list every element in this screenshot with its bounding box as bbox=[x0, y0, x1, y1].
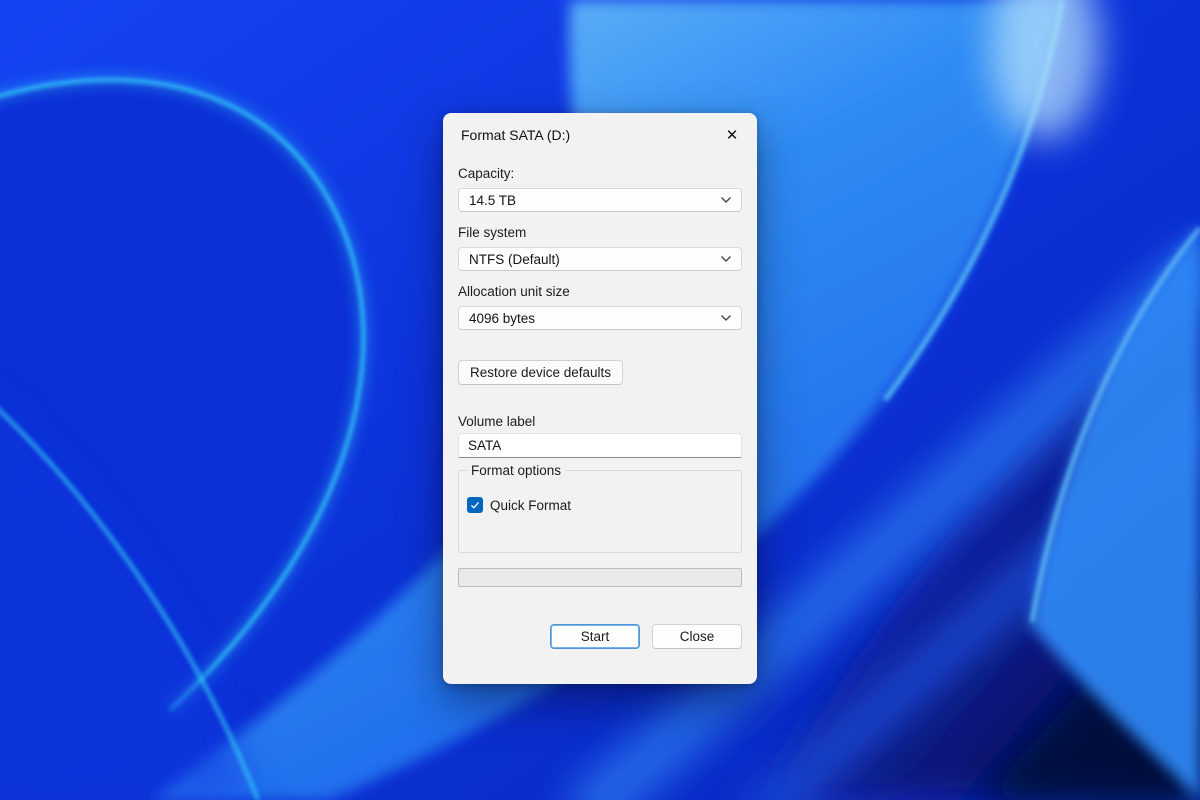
quick-format-label[interactable]: Quick Format bbox=[490, 498, 571, 513]
capacity-label: Capacity: bbox=[458, 166, 742, 181]
chevron-down-icon bbox=[720, 196, 732, 204]
allocation-unit-dropdown[interactable]: 4096 bytes bbox=[458, 306, 742, 330]
close-button[interactable]: Close bbox=[652, 624, 742, 649]
capacity-value: 14.5 TB bbox=[469, 193, 516, 208]
desktop: Format SATA (D:) ✕ Capacity: 14.5 TB Fil… bbox=[0, 0, 1200, 800]
dialog-content: Capacity: 14.5 TB File system NTFS (Defa… bbox=[443, 166, 757, 649]
volume-label-input[interactable] bbox=[458, 433, 742, 458]
chevron-down-icon bbox=[720, 314, 732, 322]
file-system-label: File system bbox=[458, 225, 742, 240]
format-options-group: Format options Quick Format bbox=[458, 470, 742, 553]
chevron-down-icon bbox=[720, 255, 732, 263]
file-system-dropdown[interactable]: NTFS (Default) bbox=[458, 247, 742, 271]
format-dialog: Format SATA (D:) ✕ Capacity: 14.5 TB Fil… bbox=[443, 113, 757, 684]
allocation-unit-value: 4096 bytes bbox=[469, 311, 535, 326]
restore-device-defaults-button[interactable]: Restore device defaults bbox=[458, 360, 623, 385]
close-icon: ✕ bbox=[726, 126, 739, 144]
allocation-unit-label: Allocation unit size bbox=[458, 284, 742, 299]
dialog-titlebar: Format SATA (D:) ✕ bbox=[443, 113, 757, 146]
format-progress-bar bbox=[458, 568, 742, 587]
dialog-actions: Start Close bbox=[458, 624, 742, 649]
start-button[interactable]: Start bbox=[550, 624, 640, 649]
close-window-button[interactable]: ✕ bbox=[717, 123, 747, 147]
dialog-title: Format SATA (D:) bbox=[461, 127, 570, 143]
format-options-legend: Format options bbox=[467, 463, 565, 478]
capacity-dropdown[interactable]: 14.5 TB bbox=[458, 188, 742, 212]
volume-label: Volume label bbox=[458, 414, 742, 429]
check-icon bbox=[469, 499, 481, 511]
quick-format-checkbox[interactable] bbox=[467, 497, 483, 513]
file-system-value: NTFS (Default) bbox=[469, 252, 560, 267]
